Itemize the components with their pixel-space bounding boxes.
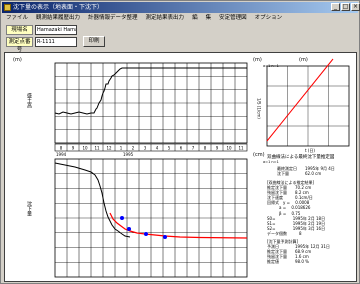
menu-options[interactable]: オプション	[251, 13, 287, 23]
bottom-chart-grid	[55, 159, 247, 277]
title-bar: 沈下量の表示（地表面・下沈下）	[2, 2, 358, 13]
settlement-curve	[54, 162, 131, 238]
month-label: 8	[204, 146, 207, 151]
month-label: 8	[60, 146, 63, 151]
chart-canvas: (m) (m) a=1 n=1 盛土高 8 9 10 11 12 1 2 3 4 5 6 7 8 9 10 1…	[4, 52, 357, 282]
right-chart-grid	[267, 66, 349, 146]
window-title: 沈下量の表示（地表面・下沈下）	[13, 4, 104, 11]
data-marker	[144, 232, 148, 236]
app-icon	[4, 4, 11, 11]
minimize-button[interactable]: _	[331, 3, 340, 11]
year-label-left: 1994	[56, 152, 67, 157]
month-label: 11	[94, 146, 100, 151]
month-label: 10	[226, 146, 232, 151]
month-label: 4	[156, 146, 159, 151]
top-chart-corner-right: (m)	[253, 57, 262, 63]
data-marker	[120, 216, 124, 220]
fit-curve	[109, 212, 248, 239]
right-chart-corner: (m)	[299, 57, 308, 63]
month-label: 1	[120, 146, 123, 151]
month-label: 10	[82, 146, 88, 151]
data-marker	[163, 235, 167, 239]
menu-instrument-data[interactable]: 計器情報データ整理	[84, 13, 142, 23]
month-label: 12	[106, 146, 112, 151]
site-label: 現場名	[6, 25, 33, 35]
menu-collect[interactable]: 集	[202, 13, 216, 23]
month-label: 3	[144, 146, 147, 151]
close-button[interactable]: ×	[351, 3, 360, 11]
point-label: 測定点番号	[6, 37, 33, 53]
month-label: 11	[238, 146, 244, 151]
menu-history-output[interactable]: 観測結果履歴出力	[32, 13, 84, 23]
right-chart-caption: 双曲線法による最終沈下量推定図	[267, 153, 335, 160]
site-input[interactable]: Hamazaki Hamahi	[35, 25, 77, 35]
main-window: 沈下量の表示（地表面・下沈下） _ □ × ファイル 観測結果履歴出力 計器情報…	[0, 0, 360, 284]
menu-edit[interactable]: 編	[188, 13, 202, 23]
top-chart-corner: (m)	[13, 57, 22, 63]
month-label: 7	[192, 146, 195, 151]
point-input[interactable]: R-1111	[35, 37, 77, 47]
maximize-button[interactable]: □	[341, 3, 350, 11]
year-label-mid: 1995	[123, 152, 134, 157]
menu-bar: ファイル 観測結果履歴出力 計器情報データ整理 測定結果表出力 編 集 安定管理…	[2, 13, 358, 23]
right-chart-xlabel: t (日)	[305, 148, 315, 153]
top-chart-ylabel: 盛土高	[26, 92, 32, 109]
regression-line	[266, 58, 334, 142]
month-label: 5	[168, 146, 171, 151]
bottom-chart-scale-note: a=1 n=1	[263, 160, 279, 164]
info-block-final: 最終測定日 1995年 9月 4日 沈下量 62.0 cm	[277, 166, 335, 177]
menu-file[interactable]: ファイル	[2, 13, 32, 23]
month-label: 2	[132, 146, 135, 151]
month-label: 9	[72, 146, 75, 151]
menu-result-table[interactable]: 測定結果表出力	[142, 13, 189, 23]
print-button[interactable]: 印刷	[83, 36, 105, 47]
right-chart-ylabel: 1/S (1/cm)	[257, 98, 262, 119]
info-block-prediction: [沈下量予測計算] 予測日 1995年 12月 31日 推定沈下量 68.9 c…	[267, 239, 330, 265]
menu-stability-chart[interactable]: 安定管理図	[215, 13, 251, 23]
month-label: 9	[216, 146, 219, 151]
data-marker	[127, 227, 131, 231]
top-chart-grid	[55, 63, 247, 143]
month-label: 6	[180, 146, 183, 151]
info-block-hyperbolic: [双曲線法による推定結果] 推定沈下量 70.2 cm 残留沈下量 8.2 cm…	[267, 180, 326, 236]
bottom-chart-ylabel: 沈下量	[26, 200, 32, 217]
bottom-chart-corner: (cm)	[253, 152, 265, 158]
